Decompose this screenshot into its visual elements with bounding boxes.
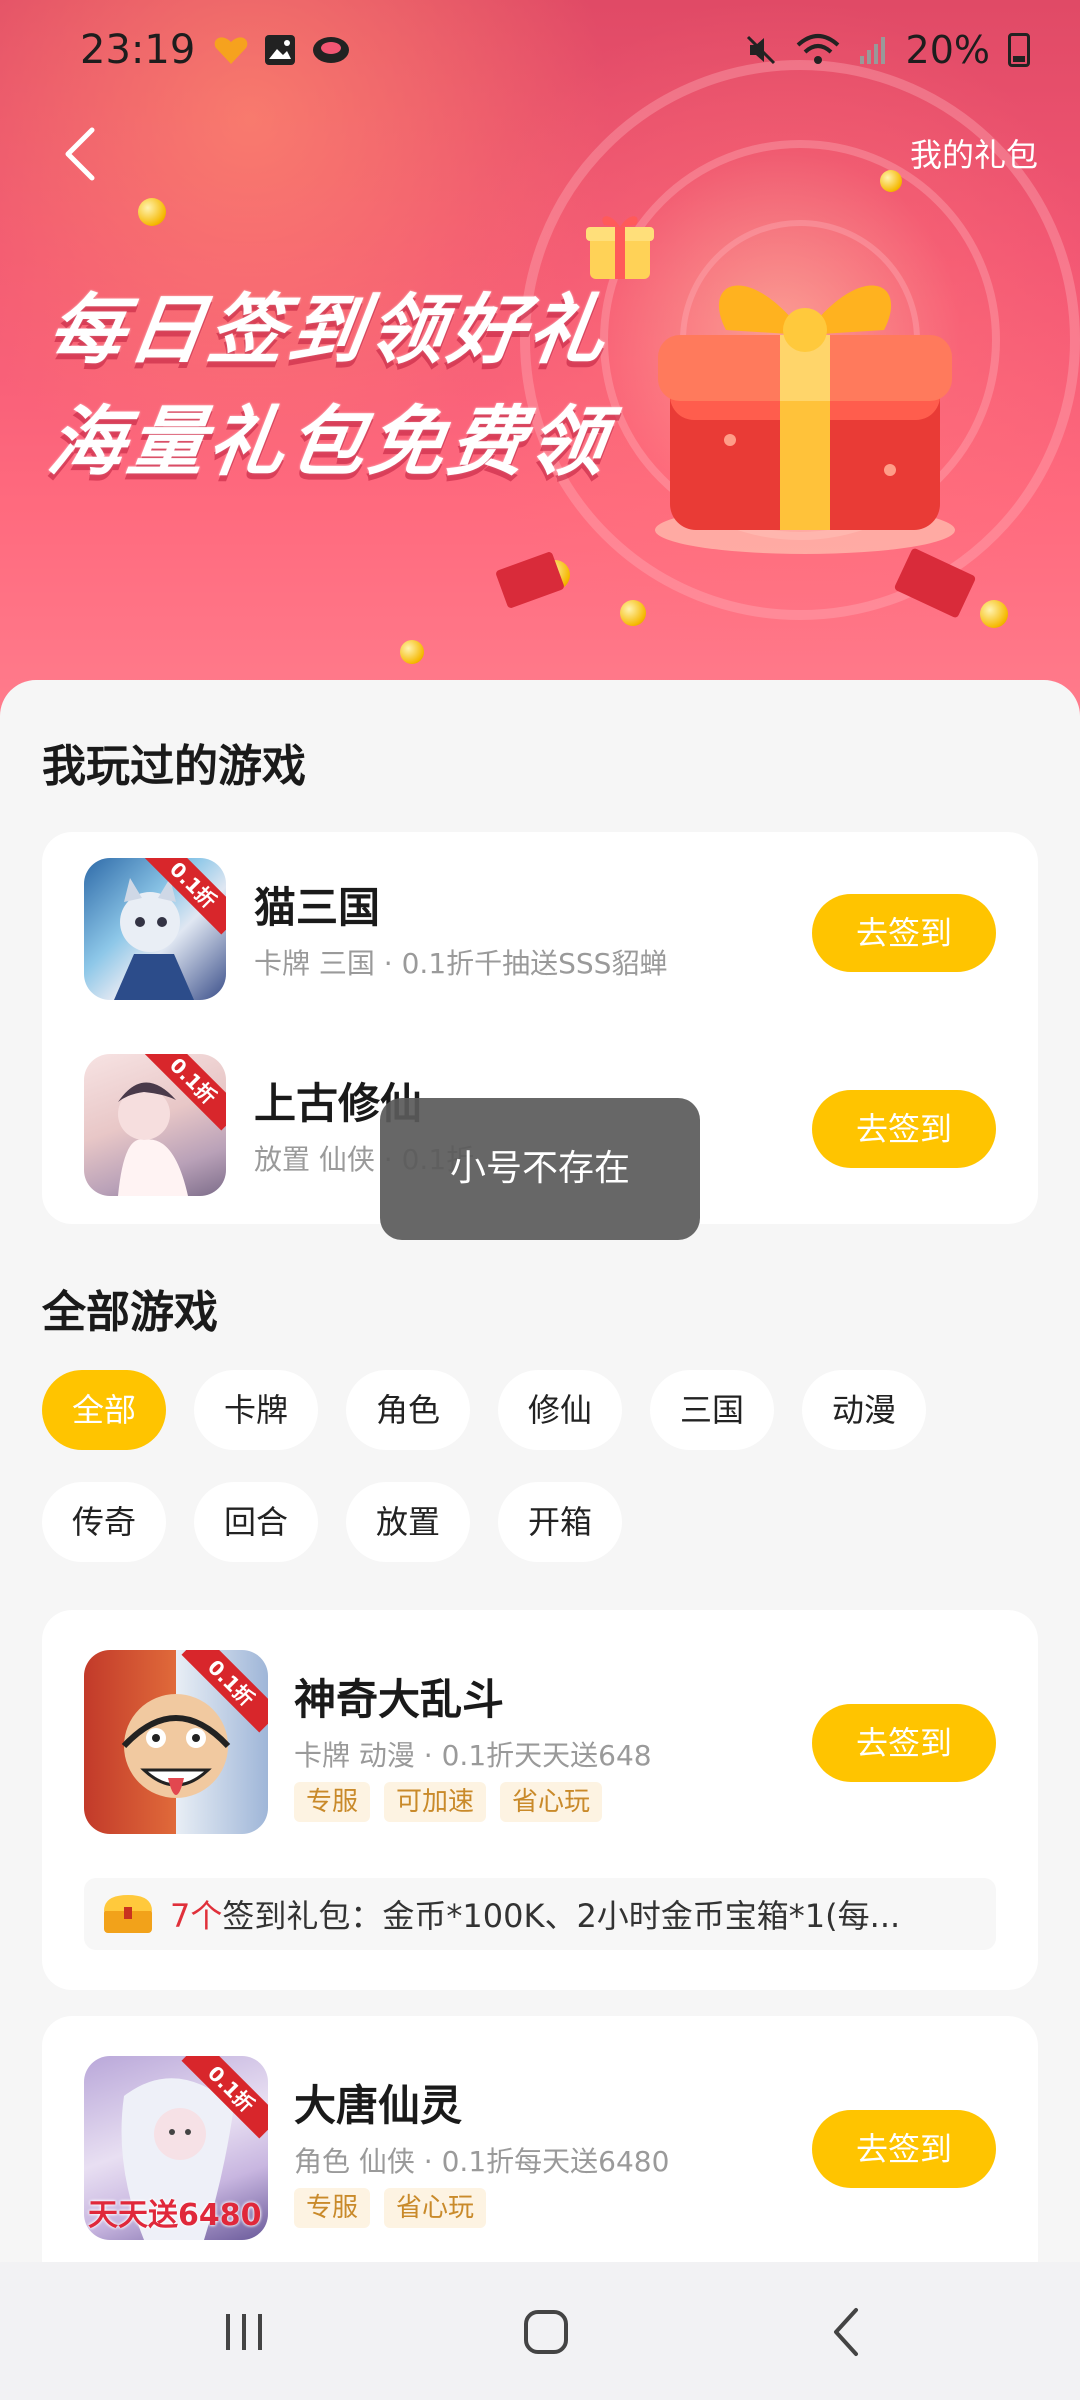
tag: 省心玩 xyxy=(500,1782,603,1822)
wifi-icon xyxy=(796,34,839,64)
toast-message: 小号不存在 xyxy=(380,1098,700,1240)
gallery-icon xyxy=(265,35,296,65)
status-bar: 23:19 20% xyxy=(0,0,1080,100)
top-nav: 我的礼包 xyxy=(0,110,1080,190)
chip-role[interactable]: 角色 xyxy=(346,1370,470,1450)
chip-turn-based[interactable]: 回合 xyxy=(194,1482,318,1562)
tag: 省心玩 xyxy=(384,2188,487,2228)
coin-decoration xyxy=(980,600,1008,628)
game-tags: 专服 可加速 省心玩 xyxy=(294,1782,603,1822)
coin-decoration xyxy=(138,198,166,226)
banner-title-line2: 海量礼包免费领 xyxy=(42,397,616,486)
chip-all[interactable]: 全部 xyxy=(42,1370,166,1450)
back-icon[interactable] xyxy=(56,124,106,184)
tag: 专服 xyxy=(294,2188,371,2228)
played-games-title: 我玩过的游戏 xyxy=(42,741,306,792)
game-name: 大唐仙灵 xyxy=(294,2081,463,2130)
game-card[interactable]: 0.1折 神奇大乱斗 卡牌 动漫 · 0.1折天天送648 专服 可加速 省心玩… xyxy=(42,1610,1038,1990)
chip-card[interactable]: 卡牌 xyxy=(194,1370,318,1450)
gift-description: 签到礼包：金币*100K、2小时金币宝箱*1(每... xyxy=(222,1897,901,1935)
game-name: 神奇大乱斗 xyxy=(294,1675,505,1724)
banner: 每日签到领好礼 海量礼包免费领 xyxy=(0,0,1080,720)
heart-icon xyxy=(214,37,248,64)
status-time: 23:19 xyxy=(80,27,196,73)
sign-in-button[interactable]: 去签到 xyxy=(812,1704,996,1782)
battery-icon xyxy=(1008,33,1030,67)
app-icon xyxy=(313,37,350,63)
game-subtitle: 角色 仙侠 · 0.1折每天送6480 xyxy=(294,2145,670,2178)
game-icon: 0.1折 xyxy=(84,1054,226,1196)
coin-decoration xyxy=(400,640,424,664)
content-panel: 我玩过的游戏 0.1折 猫三国 卡牌 三国 · 0.1折千抽送SSS貂蝉 去签到 xyxy=(0,680,1080,2316)
system-indicators: 20% xyxy=(744,28,1030,72)
nav-back-icon[interactable] xyxy=(818,2302,878,2362)
sign-in-button[interactable]: 去签到 xyxy=(812,1090,996,1168)
chip-legend[interactable]: 传奇 xyxy=(42,1482,166,1562)
game-subtitle: 卡牌 动漫 · 0.1折天天送648 xyxy=(294,1739,652,1772)
signal-icon xyxy=(859,37,885,64)
tag: 专服 xyxy=(294,1782,371,1822)
home-icon[interactable] xyxy=(516,2302,576,2362)
gift-center-page: 每日签到领好礼 海量礼包免费领 23:19 20% 我的礼包 我玩过的游戏 0.… xyxy=(0,0,1080,2400)
red-packet-decoration xyxy=(494,550,566,610)
gift-summary-bar[interactable]: 7个 签到礼包：金币*100K、2小时金币宝箱*1(每... xyxy=(84,1878,996,1950)
game-tags: 专服 省心玩 xyxy=(294,2188,487,2228)
chip-cultivation[interactable]: 修仙 xyxy=(498,1370,622,1450)
treasure-chest-icon xyxy=(104,1895,152,1933)
coin-decoration xyxy=(620,600,646,626)
banner-title-line1: 每日签到领好礼 xyxy=(42,285,616,374)
tag: 可加速 xyxy=(384,1782,487,1822)
battery-percent: 20% xyxy=(905,28,990,72)
sign-in-button[interactable]: 去签到 xyxy=(812,2110,996,2188)
game-name: 猫三国 xyxy=(254,883,381,932)
game-icon: 0.1折 xyxy=(84,1650,268,1834)
system-navigation-bar xyxy=(0,2262,1080,2400)
game-subtitle: 卡牌 三国 · 0.1折千抽送SSS貂蝉 xyxy=(254,947,668,980)
played-game-row[interactable]: 0.1折 猫三国 卡牌 三国 · 0.1折千抽送SSS貂蝉 去签到 xyxy=(42,838,1038,1000)
recent-apps-icon[interactable] xyxy=(214,2302,274,2362)
mute-icon xyxy=(746,35,775,65)
chip-three-kingdoms[interactable]: 三国 xyxy=(650,1370,774,1450)
all-games-title: 全部游戏 xyxy=(42,1287,218,1338)
gift-box-illustration xyxy=(655,285,955,554)
icon-promo-text: 天天送6480 xyxy=(88,2198,262,2233)
chip-idle[interactable]: 放置 xyxy=(346,1482,470,1562)
chip-chest[interactable]: 开箱 xyxy=(498,1482,622,1562)
my-gifts-link[interactable]: 我的礼包 xyxy=(910,130,1038,176)
notification-icons xyxy=(213,33,351,67)
gift-count: 7个 xyxy=(170,1897,223,1935)
chip-anime[interactable]: 动漫 xyxy=(802,1370,926,1450)
game-icon: 0.1折 天天送6480 xyxy=(84,2056,268,2240)
sign-in-button[interactable]: 去签到 xyxy=(812,894,996,972)
game-icon: 0.1折 xyxy=(84,858,226,1000)
